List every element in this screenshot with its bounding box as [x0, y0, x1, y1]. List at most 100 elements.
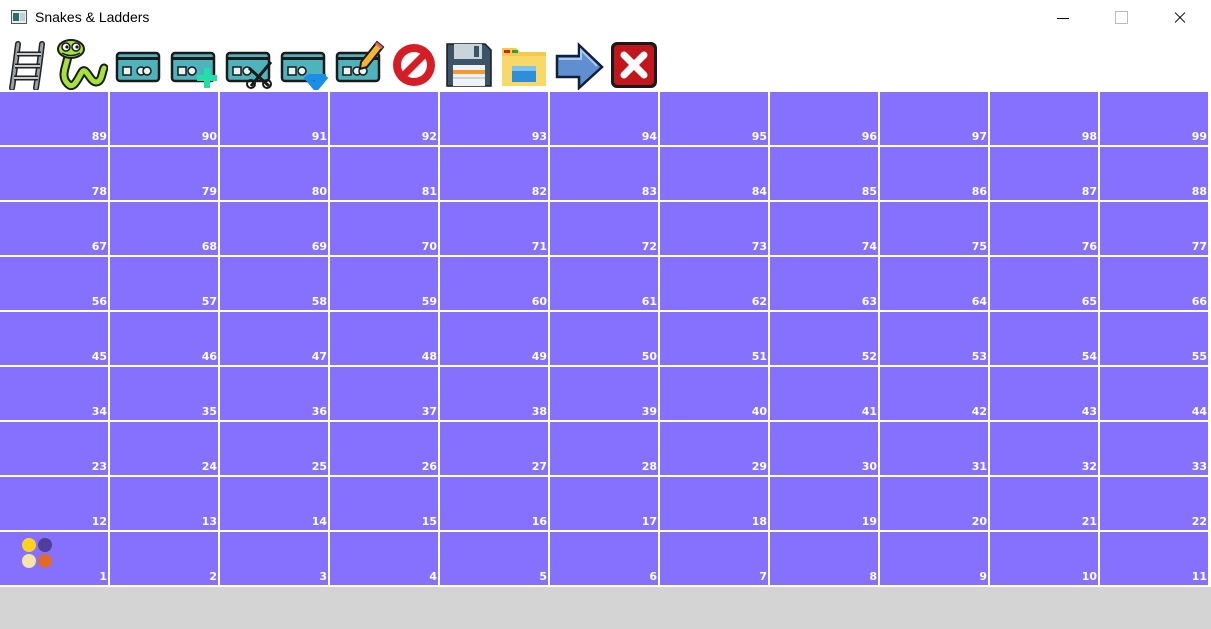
board-square[interactable]: 78: [0, 147, 110, 202]
board-square[interactable]: 63: [770, 257, 880, 312]
board-square[interactable]: 49: [440, 312, 550, 367]
board-square[interactable]: 40: [660, 367, 770, 422]
board-square[interactable]: 77: [1100, 202, 1210, 257]
board-square[interactable]: 79: [110, 147, 220, 202]
board-square[interactable]: 22: [1100, 477, 1210, 532]
board-square[interactable]: 51: [660, 312, 770, 367]
board-square[interactable]: 90: [110, 92, 220, 147]
minimize-button[interactable]: [1036, 0, 1092, 36]
ladder-button[interactable]: [4, 38, 56, 91]
board-square[interactable]: 47: [220, 312, 330, 367]
board-square[interactable]: 96: [770, 92, 880, 147]
board-square[interactable]: 30: [770, 422, 880, 477]
board-square[interactable]: 15: [330, 477, 440, 532]
board-square[interactable]: 74: [770, 202, 880, 257]
board-square[interactable]: 53: [880, 312, 990, 367]
card-cut-button[interactable]: [223, 38, 275, 90]
board-square[interactable]: 32: [990, 422, 1100, 477]
board-square[interactable]: 98: [990, 92, 1100, 147]
board-square[interactable]: 9: [880, 532, 990, 587]
board-square[interactable]: 25: [220, 422, 330, 477]
board-square[interactable]: 62: [660, 257, 770, 312]
board-square[interactable]: 72: [550, 202, 660, 257]
board-square[interactable]: 89: [0, 92, 110, 147]
board-square[interactable]: 52: [770, 312, 880, 367]
open-folder-button[interactable]: [498, 38, 550, 90]
board-square[interactable]: 41: [770, 367, 880, 422]
board-square[interactable]: 18: [660, 477, 770, 532]
board-square[interactable]: 10: [990, 532, 1100, 587]
board-square[interactable]: 93: [440, 92, 550, 147]
board-square[interactable]: 85: [770, 147, 880, 202]
player-piece[interactable]: [22, 554, 36, 568]
card-add-button[interactable]: [168, 38, 220, 90]
board-square[interactable]: 80: [220, 147, 330, 202]
board-square[interactable]: 6: [550, 532, 660, 587]
board-square[interactable]: 44: [1100, 367, 1210, 422]
board-square[interactable]: 84: [660, 147, 770, 202]
board-square[interactable]: 42: [880, 367, 990, 422]
board-square[interactable]: 67: [0, 202, 110, 257]
board-square[interactable]: 73: [660, 202, 770, 257]
board-square[interactable]: 56: [0, 257, 110, 312]
board-square[interactable]: 91: [220, 92, 330, 147]
board-square[interactable]: 83: [550, 147, 660, 202]
board-square[interactable]: 58: [220, 257, 330, 312]
board-square[interactable]: 57: [110, 257, 220, 312]
board-square[interactable]: 27: [440, 422, 550, 477]
board-square[interactable]: 26: [330, 422, 440, 477]
board-square[interactable]: 21: [990, 477, 1100, 532]
board-square[interactable]: 38: [440, 367, 550, 422]
board-square[interactable]: 95: [660, 92, 770, 147]
board-square[interactable]: 3: [220, 532, 330, 587]
board-square[interactable]: 7: [660, 532, 770, 587]
board-square[interactable]: 1: [0, 532, 110, 587]
board-square[interactable]: 31: [880, 422, 990, 477]
board-square[interactable]: 94: [550, 92, 660, 147]
snake-button[interactable]: [56, 38, 109, 90]
board-square[interactable]: 68: [110, 202, 220, 257]
board-square[interactable]: 29: [660, 422, 770, 477]
board-square[interactable]: 60: [440, 257, 550, 312]
arrow-right-button[interactable]: [553, 38, 605, 91]
no-entry-button[interactable]: [388, 38, 440, 90]
board-square[interactable]: 69: [220, 202, 330, 257]
board-square[interactable]: 39: [550, 367, 660, 422]
board-square[interactable]: 88: [1100, 147, 1210, 202]
board-square[interactable]: 34: [0, 367, 110, 422]
board-square[interactable]: 46: [110, 312, 220, 367]
board-square[interactable]: 66: [1100, 257, 1210, 312]
player-piece[interactable]: [38, 538, 52, 552]
board-square[interactable]: 20: [880, 477, 990, 532]
board-square[interactable]: 23: [0, 422, 110, 477]
board-square[interactable]: 8: [770, 532, 880, 587]
board-square[interactable]: 75: [880, 202, 990, 257]
board-square[interactable]: 81: [330, 147, 440, 202]
board-square[interactable]: 4: [330, 532, 440, 587]
board-square[interactable]: 50: [550, 312, 660, 367]
board-square[interactable]: 92: [330, 92, 440, 147]
board-square[interactable]: 70: [330, 202, 440, 257]
board-square[interactable]: 48: [330, 312, 440, 367]
board-square[interactable]: 35: [110, 367, 220, 422]
player-piece[interactable]: [22, 538, 36, 552]
card-edit-button[interactable]: [333, 38, 385, 90]
save-button[interactable]: [443, 38, 495, 90]
card-button[interactable]: [113, 38, 165, 90]
board-square[interactable]: 2: [110, 532, 220, 587]
board-square[interactable]: 24: [110, 422, 220, 477]
close-button[interactable]: [1152, 0, 1208, 36]
board-square[interactable]: 65: [990, 257, 1100, 312]
board-square[interactable]: 59: [330, 257, 440, 312]
board-square[interactable]: 19: [770, 477, 880, 532]
board-square[interactable]: 17: [550, 477, 660, 532]
board-square[interactable]: 45: [0, 312, 110, 367]
board-square[interactable]: 5: [440, 532, 550, 587]
board-square[interactable]: 13: [110, 477, 220, 532]
card-download-button[interactable]: [278, 38, 330, 93]
maximize-button[interactable]: [1093, 0, 1149, 36]
board-square[interactable]: 12: [0, 477, 110, 532]
board-square[interactable]: 37: [330, 367, 440, 422]
board-square[interactable]: 99: [1100, 92, 1210, 147]
board-square[interactable]: 86: [880, 147, 990, 202]
